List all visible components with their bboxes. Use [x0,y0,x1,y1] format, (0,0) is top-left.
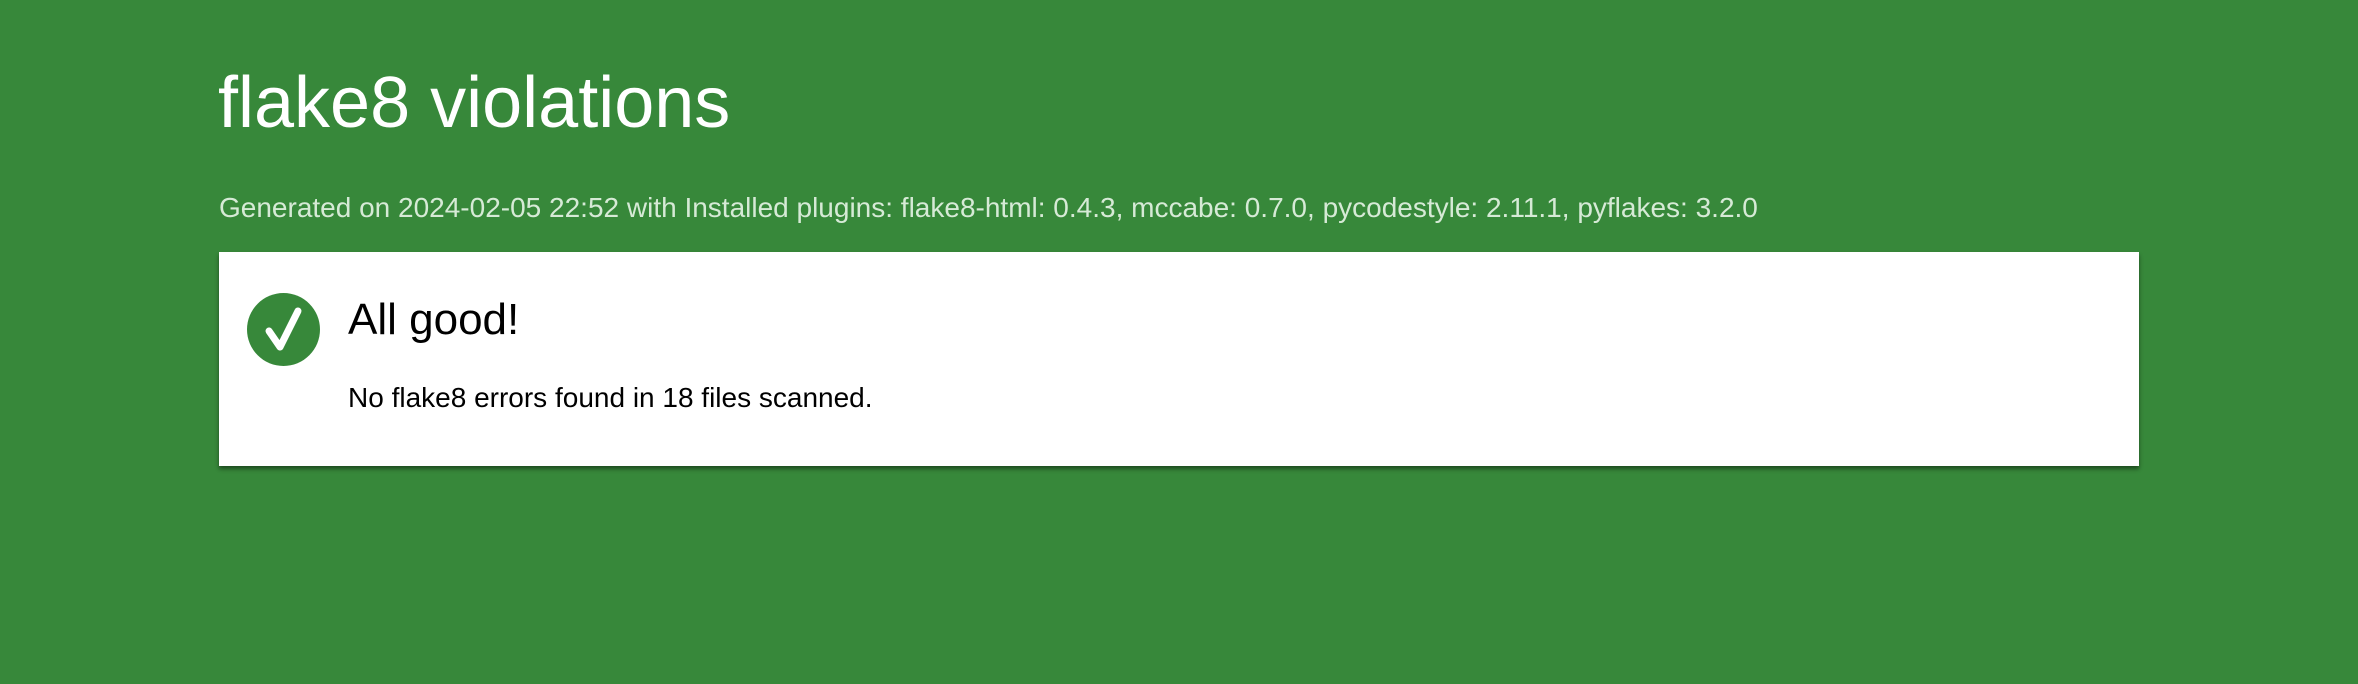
result-heading: All good! [348,295,520,344]
result-message: No flake8 errors found in 18 files scann… [348,382,873,413]
page-title: flake8 violations [218,63,731,143]
check-icon [247,293,320,366]
generated-info: Generated on 2024-02-05 22:52 with Insta… [219,192,1758,223]
result-card: All good! No flake8 errors found in 18 f… [219,252,2139,466]
